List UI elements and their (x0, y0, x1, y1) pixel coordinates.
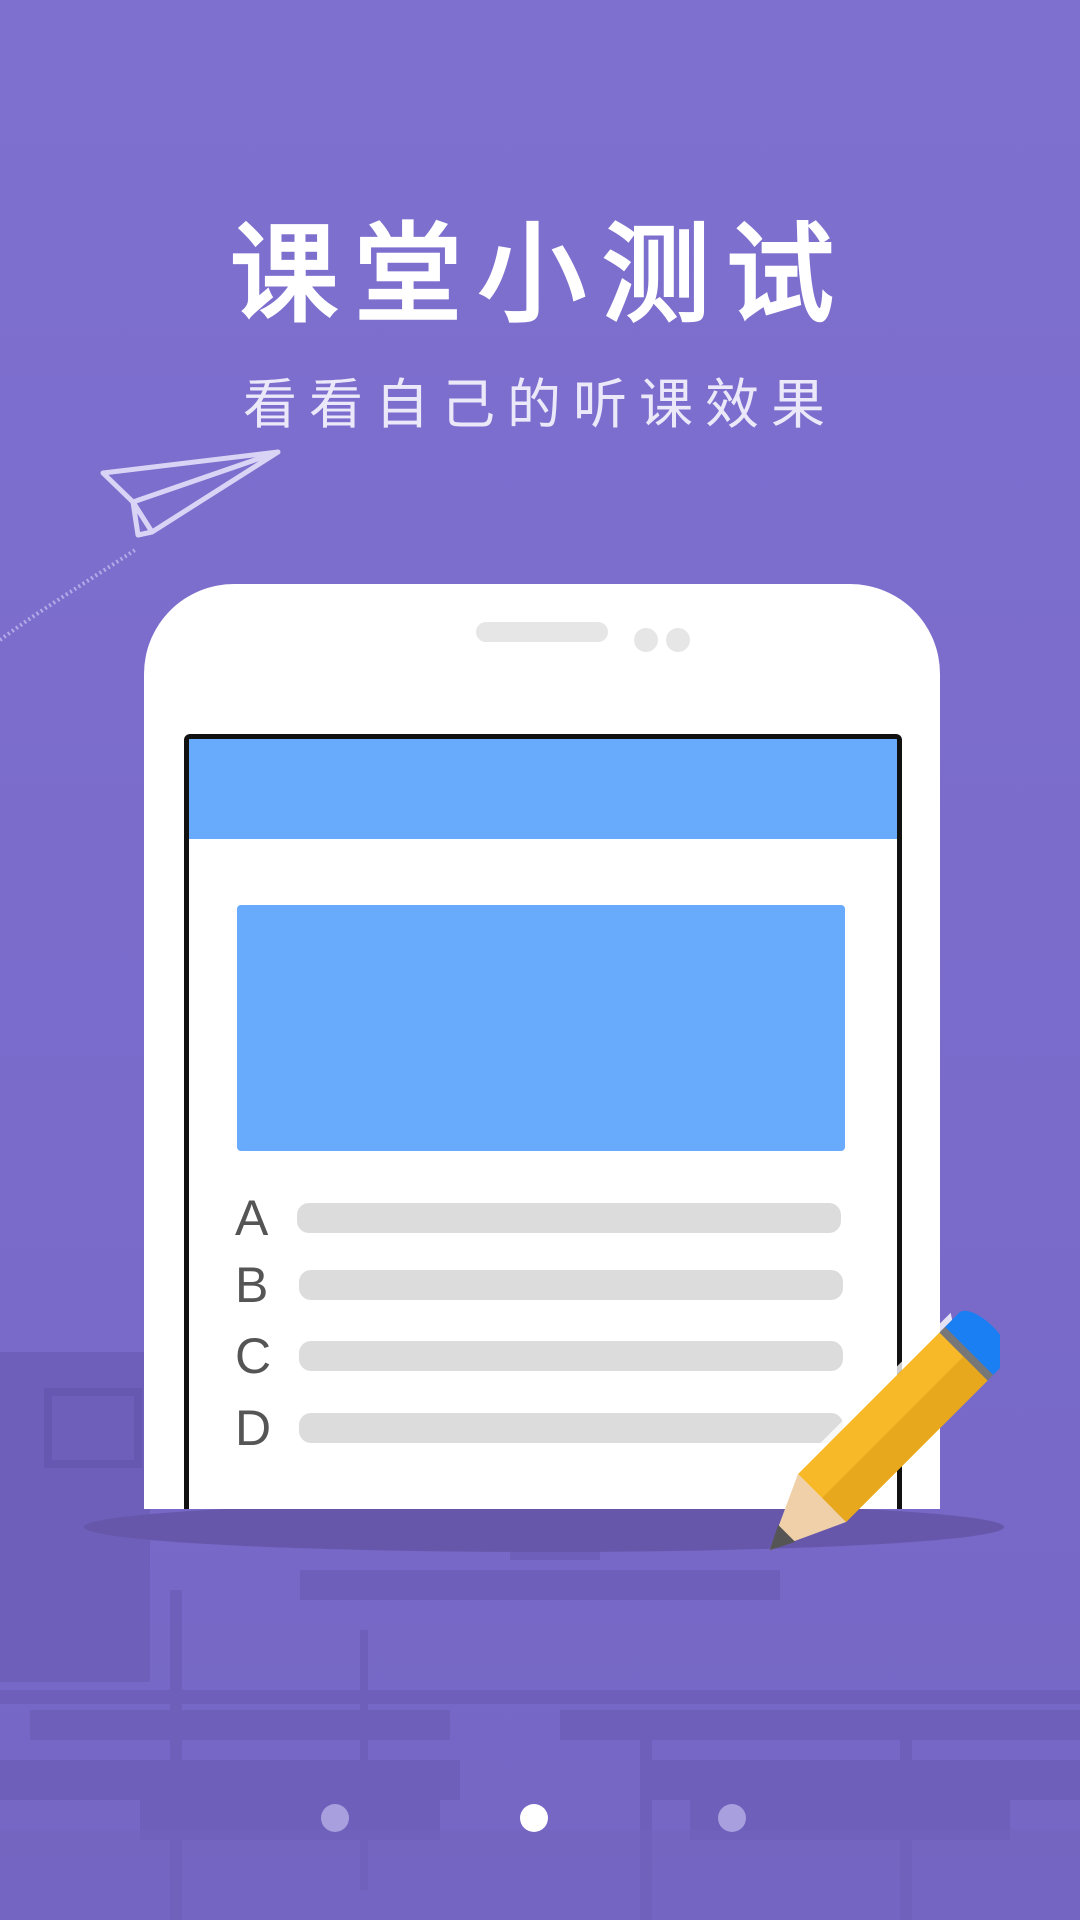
option-letter: A (235, 1190, 269, 1246)
option-letter: B (235, 1257, 269, 1313)
phone-camera (634, 628, 658, 652)
app-header-bar (189, 739, 897, 839)
page-subtitle: 看看自己的听课效果 (243, 373, 837, 436)
page-dot[interactable] (321, 1804, 349, 1832)
option-letter: C (235, 1328, 272, 1384)
question-image-placeholder (237, 905, 845, 1151)
option-text-placeholder (297, 1203, 841, 1233)
phone-sensor (666, 628, 690, 652)
option-letter: D (235, 1400, 272, 1456)
page-indicator (0, 1800, 1080, 1840)
pencil-icon (769, 1310, 1000, 1551)
phone-speaker (476, 622, 608, 642)
option-b: B (235, 1257, 855, 1313)
onboarding-screen: 课堂小测试 看看自己的听课效果 A B C D (0, 0, 1080, 1920)
page-dot-active[interactable] (520, 1804, 548, 1832)
page-title: 课堂小测试 (229, 213, 850, 338)
option-text-placeholder (299, 1270, 843, 1300)
option-a: A (235, 1190, 855, 1246)
page-dot[interactable] (718, 1804, 746, 1832)
